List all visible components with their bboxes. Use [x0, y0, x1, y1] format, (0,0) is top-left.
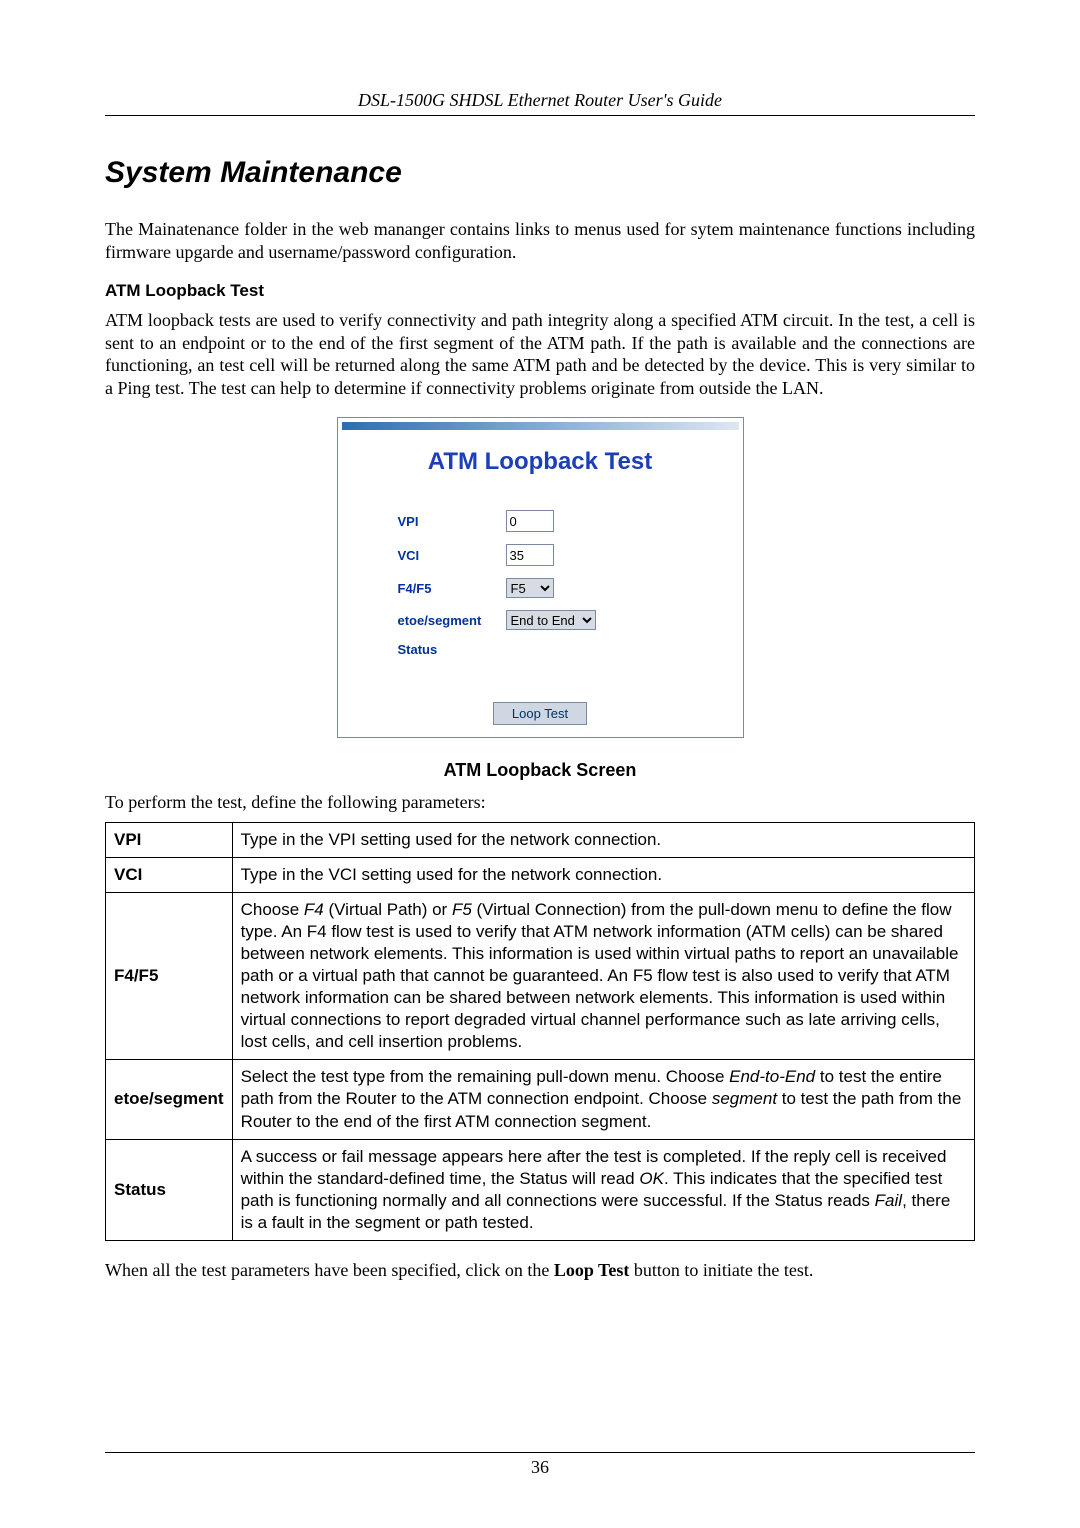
closing-paragraph: When all the test parameters have been s… — [105, 1259, 975, 1282]
param-desc: Type in the VCI setting used for the net… — [232, 857, 974, 892]
f4f5-label: F4/F5 — [398, 581, 498, 596]
page-header: DSL-1500G SHDSL Ethernet Router User's G… — [105, 90, 975, 116]
param-name: F4/F5 — [106, 892, 233, 1060]
closing-post-text: button to initiate the test. — [629, 1260, 813, 1280]
vci-input[interactable] — [506, 544, 554, 566]
param-desc: Select the test type from the remaining … — [232, 1060, 974, 1139]
table-row: VPIType in the VPI setting used for the … — [106, 822, 975, 857]
section-title: System Maintenance — [105, 156, 975, 190]
vpi-input[interactable] — [506, 510, 554, 532]
param-name: etoe/segment — [106, 1060, 233, 1139]
panel-title: ATM Loopback Test — [338, 448, 743, 476]
param-name: Status — [106, 1139, 233, 1240]
status-label: Status — [398, 642, 498, 657]
param-name: VCI — [106, 857, 233, 892]
atm-heading: ATM Loopback Test — [105, 281, 975, 301]
table-row: F4/F5Choose F4 (Virtual Path) or F5 (Vir… — [106, 892, 975, 1060]
table-row: VCIType in the VCI setting used for the … — [106, 857, 975, 892]
atm-config-panel: ATM Loopback Test VPI VCI F4/F5 F5 etoe/… — [337, 417, 744, 738]
status-value — [506, 642, 636, 657]
etoe-select[interactable]: End to End — [506, 610, 596, 630]
closing-pre-text: When all the test parameters have been s… — [105, 1260, 554, 1280]
param-desc: A success or fail message appears here a… — [232, 1139, 974, 1240]
panel-gradient-bar — [342, 422, 739, 430]
page-footer: 36 — [105, 1452, 975, 1478]
vpi-label: VPI — [398, 514, 498, 529]
page-number: 36 — [531, 1457, 549, 1477]
param-desc: Choose F4 (Virtual Path) or F5 (Virtual … — [232, 892, 974, 1060]
param-desc: Type in the VPI setting used for the net… — [232, 822, 974, 857]
table-intro: To perform the test, define the followin… — [105, 791, 975, 814]
f4f5-select[interactable]: F5 — [506, 578, 554, 598]
parameters-table: VPIType in the VPI setting used for the … — [105, 822, 975, 1242]
param-name: VPI — [106, 822, 233, 857]
intro-paragraph: The Mainatenance folder in the web manan… — [105, 218, 975, 263]
atm-paragraph: ATM loopback tests are used to verify co… — [105, 309, 975, 399]
screenshot-caption: ATM Loopback Screen — [105, 760, 975, 781]
vci-label: VCI — [398, 548, 498, 563]
table-row: etoe/segmentSelect the test type from th… — [106, 1060, 975, 1139]
etoe-label: etoe/segment — [398, 613, 498, 628]
table-row: StatusA success or fail message appears … — [106, 1139, 975, 1240]
closing-bold-text: Loop Test — [554, 1260, 630, 1280]
loop-test-button[interactable]: Loop Test — [493, 702, 587, 725]
